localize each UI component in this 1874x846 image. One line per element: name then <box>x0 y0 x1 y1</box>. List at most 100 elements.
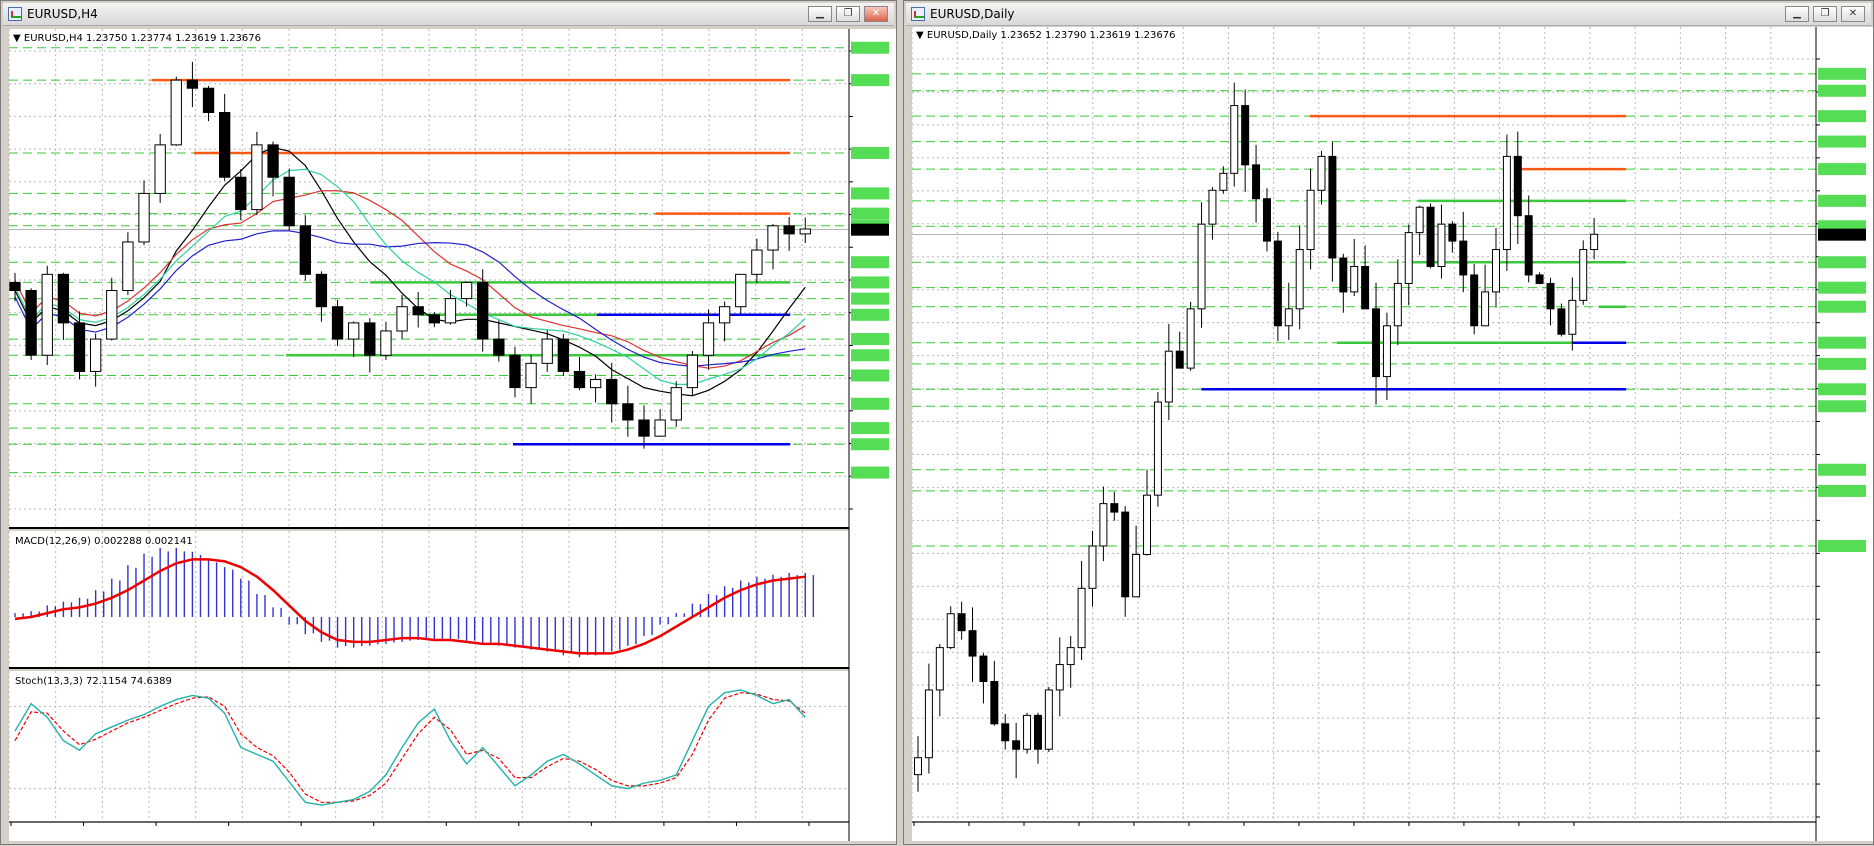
bull-candle <box>654 419 666 437</box>
bull-candle <box>525 362 537 389</box>
bear-candle <box>1546 282 1555 310</box>
bear-candle <box>235 176 247 211</box>
level-price-tag <box>1818 256 1866 269</box>
bull-candle <box>138 192 150 243</box>
bull-candle <box>460 281 473 300</box>
bear-candle <box>557 338 570 372</box>
h4-price-pane <box>9 29 849 527</box>
bear-candle <box>364 322 376 356</box>
bull-candle <box>1350 265 1359 293</box>
bull-candle <box>1208 189 1217 225</box>
level-price-tag <box>1818 194 1866 207</box>
bear-candle <box>267 144 279 178</box>
h4-chart-canvas[interactable]: ▼ EURUSD,H4 1.23750 1.23774 1.23619 1.23… <box>1 1 898 846</box>
bear-candle <box>783 225 795 235</box>
bull-candle <box>541 338 553 364</box>
bear-candle <box>979 655 988 682</box>
bear-candle <box>1175 350 1184 369</box>
bear-candle <box>1273 240 1282 327</box>
bear-candle <box>622 403 634 421</box>
bull-candle <box>1437 223 1446 267</box>
bull-candle <box>935 647 944 691</box>
bull-candle <box>380 330 392 356</box>
level-price-tag <box>1818 84 1866 97</box>
bear-candle <box>1121 511 1130 598</box>
bear-candle <box>1241 105 1250 166</box>
bull-candle <box>751 249 763 275</box>
current-price-tag <box>851 223 889 236</box>
bull-candle <box>1295 249 1304 310</box>
bull-candle <box>1143 494 1152 555</box>
bull-candle <box>89 338 102 372</box>
bear-candle <box>331 306 344 340</box>
bull-candle <box>1284 308 1293 327</box>
bear-candle <box>1262 198 1271 242</box>
bull-candle <box>1491 249 1500 293</box>
bear-candle <box>186 79 199 89</box>
level-price-tag <box>1818 484 1866 497</box>
bear-candle <box>1339 257 1348 293</box>
level-price-tag <box>851 276 889 289</box>
bull-candle <box>799 228 811 235</box>
bull-candle <box>122 241 134 292</box>
h4-stoch-legend: Stoch(13,3,3) 72.1154 74.6389 <box>15 676 172 687</box>
bull-candle <box>251 144 263 211</box>
level-price-tag <box>851 397 889 410</box>
bull-candle <box>396 306 408 332</box>
bull-candle <box>767 225 779 251</box>
bull-candle <box>41 273 53 356</box>
bear-candle <box>638 419 650 437</box>
level-price-tag <box>851 422 889 435</box>
level-price-tag <box>851 74 889 87</box>
bear-candle <box>299 225 311 275</box>
bear-candle <box>412 306 424 316</box>
bear-candle <box>1426 206 1435 267</box>
bear-candle <box>25 290 37 356</box>
bear-candle <box>1328 155 1337 259</box>
bear-candle <box>509 354 521 389</box>
level-price-tag <box>1818 300 1866 313</box>
bull-candle <box>1579 249 1588 301</box>
bear-candle <box>1033 714 1042 750</box>
level-price-tag <box>851 187 889 200</box>
h4-macd-legend: MACD(12,26,9) 0.002288 0.002141 <box>15 536 193 547</box>
bull-candle <box>702 322 715 356</box>
bear-candle <box>1513 155 1522 217</box>
bear-candle <box>990 680 999 725</box>
level-price-tag <box>851 308 889 321</box>
bull-candle <box>106 290 118 340</box>
bull-candle <box>1055 664 1064 691</box>
level-price-tag <box>1818 383 1866 396</box>
level-price-tag <box>1818 281 1866 294</box>
level-price-tag <box>851 146 889 159</box>
bull-candle <box>1382 325 1391 378</box>
bear-candle <box>1372 308 1381 378</box>
level-price-tag <box>851 207 889 220</box>
level-price-tag <box>851 369 889 382</box>
bull-candle <box>1590 233 1599 251</box>
bull-candle <box>914 757 922 776</box>
bull-candle <box>444 298 457 324</box>
bear-candle <box>73 322 86 372</box>
bear-candle <box>1252 164 1261 200</box>
bull-candle <box>946 613 955 649</box>
bull-candle <box>589 379 602 389</box>
level-price-tag <box>1818 400 1866 413</box>
bull-candle <box>1415 206 1424 234</box>
level-price-tag <box>1818 135 1866 148</box>
level-price-tag <box>1818 163 1866 176</box>
bear-candle <box>1470 274 1479 327</box>
h4-price-legend: ▼ EURUSD,H4 1.23750 1.23774 1.23619 1.23… <box>13 33 261 44</box>
bear-candle <box>968 630 977 657</box>
bull-candle <box>348 322 360 340</box>
bull-candle <box>924 689 933 759</box>
bull-candle <box>170 79 182 146</box>
current-price-tag <box>1818 228 1866 241</box>
bull-candle <box>1306 189 1315 251</box>
bear-candle <box>606 379 618 405</box>
bear-candle <box>1448 223 1457 242</box>
level-price-tag <box>851 41 889 54</box>
daily-chart-canvas[interactable]: ▼ EURUSD,Daily 1.23652 1.23790 1.23619 1… <box>904 1 1874 846</box>
bull-candle <box>1481 291 1490 327</box>
bear-candle <box>477 281 489 340</box>
